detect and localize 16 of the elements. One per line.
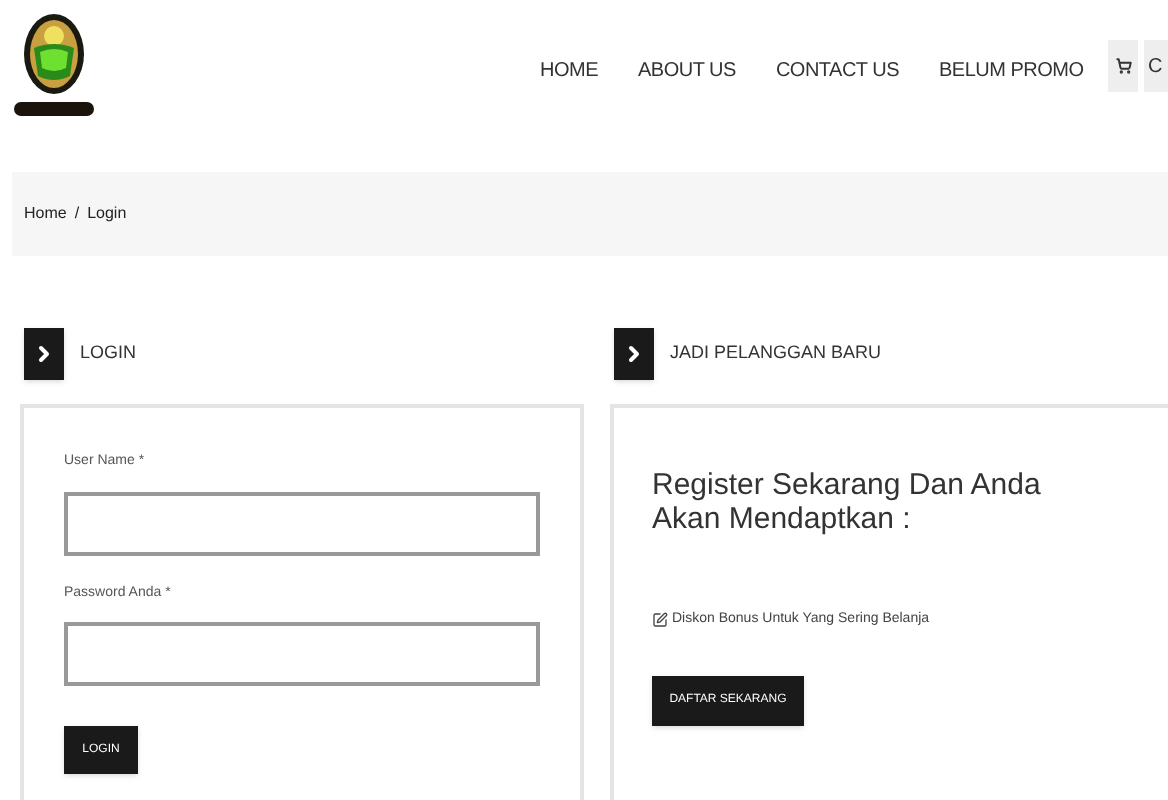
nav-link[interactable]: ABOUT US [638,56,736,86]
section-title: LOGIN [80,340,137,367]
cart-button[interactable] [1108,40,1138,92]
input-field[interactable] [64,622,540,686]
nav-link[interactable]: CONTACT US [775,56,900,86]
edit-icon [652,612,668,629]
breadcrumb-item[interactable]: Home [24,202,67,226]
input-field[interactable] [64,491,540,555]
header-button[interactable]: C [1144,40,1168,92]
breadcrumb-item[interactable]: Login [87,202,127,226]
nav-link[interactable]: HOME [540,56,598,86]
register-heading: Register Sekarang Dan Anda Akan Mendaptkan : [652,468,1043,536]
cart-icon [1115,58,1131,74]
nav-link[interactable]: BELUM PROMO [939,56,1084,86]
section-title: JADI PELANGGAN BARU [670,340,882,367]
breadcrumb-separator: / [74,202,80,226]
